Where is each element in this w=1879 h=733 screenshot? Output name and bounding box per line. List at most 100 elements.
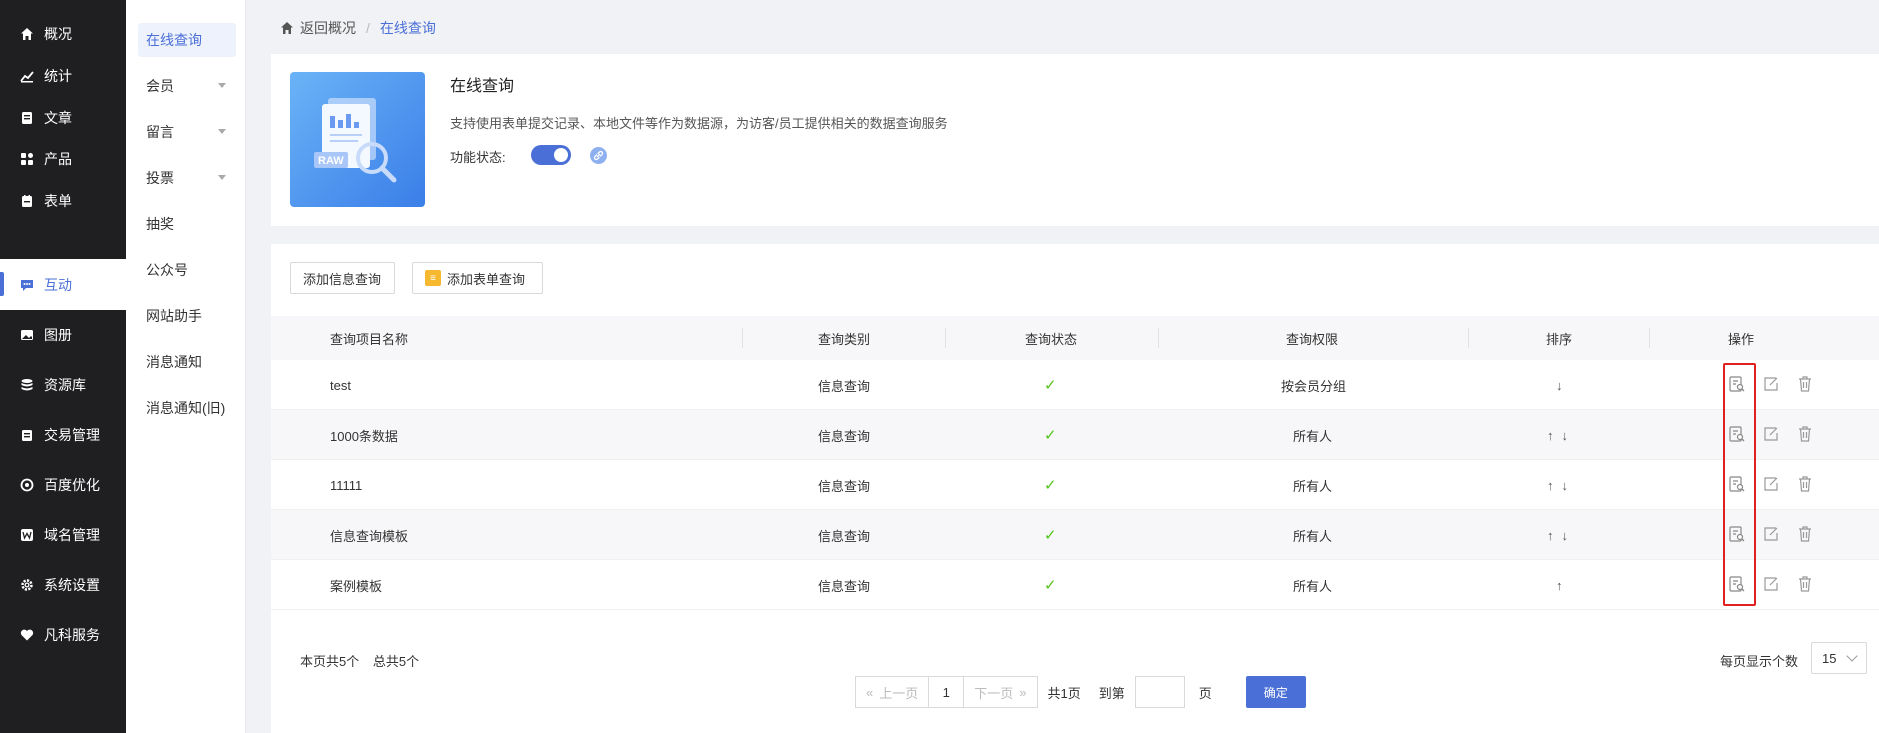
raw-badge: RAW	[318, 155, 344, 167]
subnav-label: 网站助手	[146, 308, 202, 324]
button-label: 添加表单查询	[447, 271, 526, 287]
col-status: 查询状态	[1025, 331, 1078, 347]
add-info-query-button[interactable]: 添加信息查询	[290, 262, 395, 294]
prev-page-button[interactable]: « 上一页	[855, 676, 930, 708]
table-row: 信息查询模板 信息查询 ✓ 所有人 ↑ ↓	[271, 510, 1879, 560]
subnav-item-message[interactable]: 留言	[138, 115, 236, 149]
query-detail-icon[interactable]	[1728, 525, 1746, 546]
delete-icon[interactable]	[1796, 425, 1814, 446]
subnav-item-notify[interactable]: 消息通知	[138, 345, 236, 379]
check-icon: ✓	[1044, 427, 1057, 444]
breadcrumb-back-link[interactable]: 返回概况	[300, 18, 356, 38]
query-detail-icon[interactable]	[1728, 425, 1746, 446]
nav-item-interact[interactable]: 互动	[0, 259, 126, 310]
status-label: 功能状态:	[450, 150, 506, 165]
page-jump-input[interactable]	[1134, 676, 1185, 708]
nav-item-domain[interactable]: 域名管理	[0, 510, 126, 560]
subnav-item-notify-old[interactable]: 消息通知(旧)	[138, 391, 236, 425]
per-page-select[interactable]: 15	[1811, 642, 1867, 674]
nav-label: 域名管理	[44, 527, 100, 543]
page-number[interactable]: 1	[929, 676, 964, 708]
subnav-item-assistant[interactable]: 网站助手	[138, 299, 236, 333]
cell-name: 1000条数据	[330, 428, 398, 444]
query-detail-icon[interactable]	[1728, 375, 1746, 396]
nav-item-service[interactable]: 凡科服务	[0, 610, 126, 660]
heart-icon	[20, 628, 34, 642]
sort-down-icon[interactable]: ↓	[1562, 428, 1569, 443]
sort-down-icon[interactable]: ↓	[1562, 478, 1569, 493]
cell-permission: 所有人	[1293, 428, 1333, 444]
col-sort: 排序	[1546, 331, 1573, 347]
goto-label: 到第	[1098, 685, 1125, 701]
cell-category: 信息查询	[818, 478, 871, 494]
col-divider	[1158, 328, 1159, 348]
confirm-button[interactable]: 确定	[1245, 676, 1306, 708]
subnav-item-vote[interactable]: 投票	[138, 161, 236, 195]
col-divider	[742, 328, 743, 348]
subnav-item-wechat[interactable]: 公众号	[138, 253, 236, 287]
album-icon	[20, 328, 34, 342]
sort-up-icon[interactable]: ↑	[1547, 478, 1554, 493]
check-icon: ✓	[1044, 377, 1057, 394]
caret-down-icon	[218, 129, 226, 134]
page-unit: 页	[1198, 685, 1212, 701]
delete-icon[interactable]	[1796, 575, 1814, 596]
page-count: 本页共5个	[300, 654, 360, 669]
nav-item-album[interactable]: 图册	[0, 310, 126, 360]
cell-category: 信息查询	[818, 528, 871, 544]
table-row: test 信息查询 ✓ 按会员分组 ↓	[271, 360, 1879, 410]
cell-name: test	[330, 377, 351, 393]
nav-item-settings[interactable]: 系统设置	[0, 560, 126, 610]
subnav-item-member[interactable]: 会员	[138, 69, 236, 103]
double-left-icon: «	[866, 684, 874, 700]
sort-up-icon[interactable]: ↑	[1547, 528, 1554, 543]
check-icon: ✓	[1044, 577, 1057, 594]
product-icon	[20, 152, 34, 166]
edit-icon[interactable]	[1762, 575, 1780, 596]
nav-item-form[interactable]: 表单	[0, 176, 126, 226]
pagination: « 上一页 1 下一页 » 共1页 到第 页 确定	[855, 676, 1306, 708]
nav-item-seo[interactable]: 百度优化	[0, 460, 126, 510]
query-detail-icon[interactable]	[1728, 575, 1746, 596]
nav-item-resource[interactable]: 资源库	[0, 360, 126, 410]
sort-up-icon[interactable]: ↑	[1547, 428, 1554, 443]
button-label: 添加信息查询	[303, 271, 382, 287]
sort-up-icon[interactable]: ↑	[1556, 578, 1563, 593]
nav-item-trade[interactable]: 交易管理	[0, 410, 126, 460]
total-pages: 共1页	[1047, 685, 1081, 701]
subnav-label: 会员	[146, 78, 174, 94]
nav-label: 资源库	[44, 377, 86, 393]
edit-icon[interactable]	[1762, 475, 1780, 496]
caret-down-icon	[218, 175, 226, 180]
subnav-label: 消息通知	[146, 354, 202, 370]
query-detail-icon[interactable]	[1728, 475, 1746, 496]
form-icon: ≡	[425, 270, 441, 286]
cell-category: 信息查询	[818, 378, 871, 394]
sort-down-icon[interactable]: ↓	[1562, 528, 1569, 543]
subnav-item-lottery[interactable]: 抽奖	[138, 207, 236, 241]
domain-icon	[20, 528, 34, 542]
subnav-label: 留言	[146, 124, 174, 140]
edit-icon[interactable]	[1762, 425, 1780, 446]
next-page-button[interactable]: 下一页 »	[963, 676, 1038, 708]
edit-icon[interactable]	[1762, 375, 1780, 396]
col-name: 查询项目名称	[330, 331, 409, 347]
subnav-item-online-query[interactable]: 在线查询	[138, 23, 236, 57]
edit-icon[interactable]	[1762, 525, 1780, 546]
nav-label: 凡科服务	[44, 627, 100, 643]
delete-icon[interactable]	[1796, 375, 1814, 396]
delete-icon[interactable]	[1796, 475, 1814, 496]
cell-name: 11111	[330, 477, 363, 493]
home-icon	[20, 27, 34, 41]
cell-permission: 所有人	[1293, 578, 1333, 594]
home-icon	[281, 22, 293, 34]
sort-down-icon[interactable]: ↓	[1556, 378, 1563, 393]
cell-permission: 所有人	[1293, 478, 1333, 494]
nav-label: 百度优化	[44, 477, 100, 493]
link-icon[interactable]	[590, 147, 607, 164]
status-toggle[interactable]	[531, 145, 571, 165]
col-permission: 查询权限	[1286, 331, 1339, 347]
add-form-query-button[interactable]: ≡ 添加表单查询	[412, 262, 543, 294]
delete-icon[interactable]	[1796, 525, 1814, 546]
page-summary: 本页共5个 总共5个	[300, 651, 429, 670]
